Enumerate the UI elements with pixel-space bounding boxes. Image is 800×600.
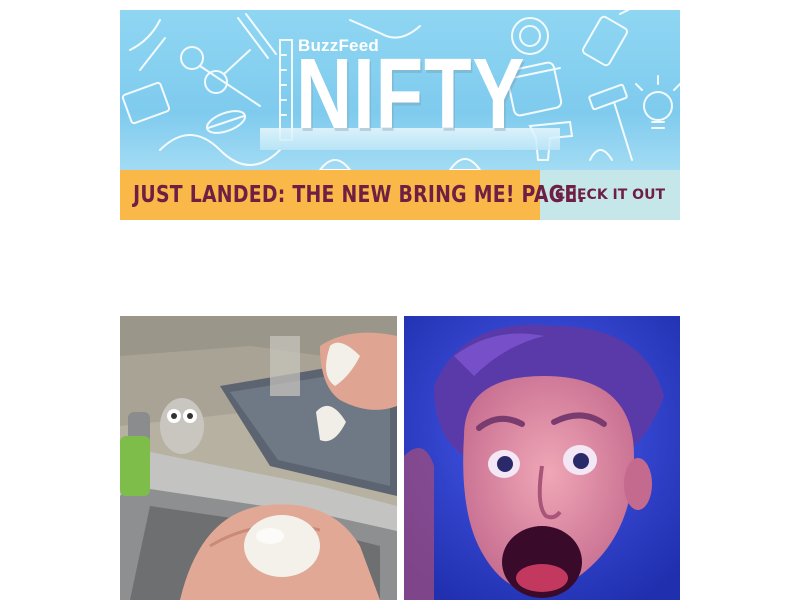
shocked-reaction-gif [404, 316, 680, 600]
glue-bottle-icon [581, 10, 631, 67]
lightbulb-icon [635, 75, 680, 129]
announcement-strip: JUST LANDED: THE NEW BRING ME! PAGE. CHE… [120, 170, 680, 220]
leaf-icon [205, 110, 247, 134]
nifty-title: NIFTY [296, 38, 526, 150]
egg-peeling-gif [120, 316, 397, 600]
tag-icon [121, 81, 171, 125]
shocked-face-illustration [404, 316, 680, 600]
banner-hero: BuzzFeed NIFTY [120, 10, 680, 180]
hammer-icon [588, 83, 633, 161]
needle-thread-icon [349, 19, 421, 39]
egg-scene-illustration [120, 316, 397, 600]
tool-icon [129, 19, 166, 71]
announcement-area: JUST LANDED: THE NEW BRING ME! PAGE. [120, 170, 585, 220]
pencil-icon [237, 13, 277, 59]
scissors-icon [180, 46, 261, 107]
announcement-text: JUST LANDED: THE NEW BRING ME! PAGE. [133, 182, 585, 208]
nifty-banner-ad[interactable]: BuzzFeed NIFTY JUST LANDED: THE NEW BRIN… [120, 10, 680, 220]
ruler-icon [279, 39, 293, 141]
